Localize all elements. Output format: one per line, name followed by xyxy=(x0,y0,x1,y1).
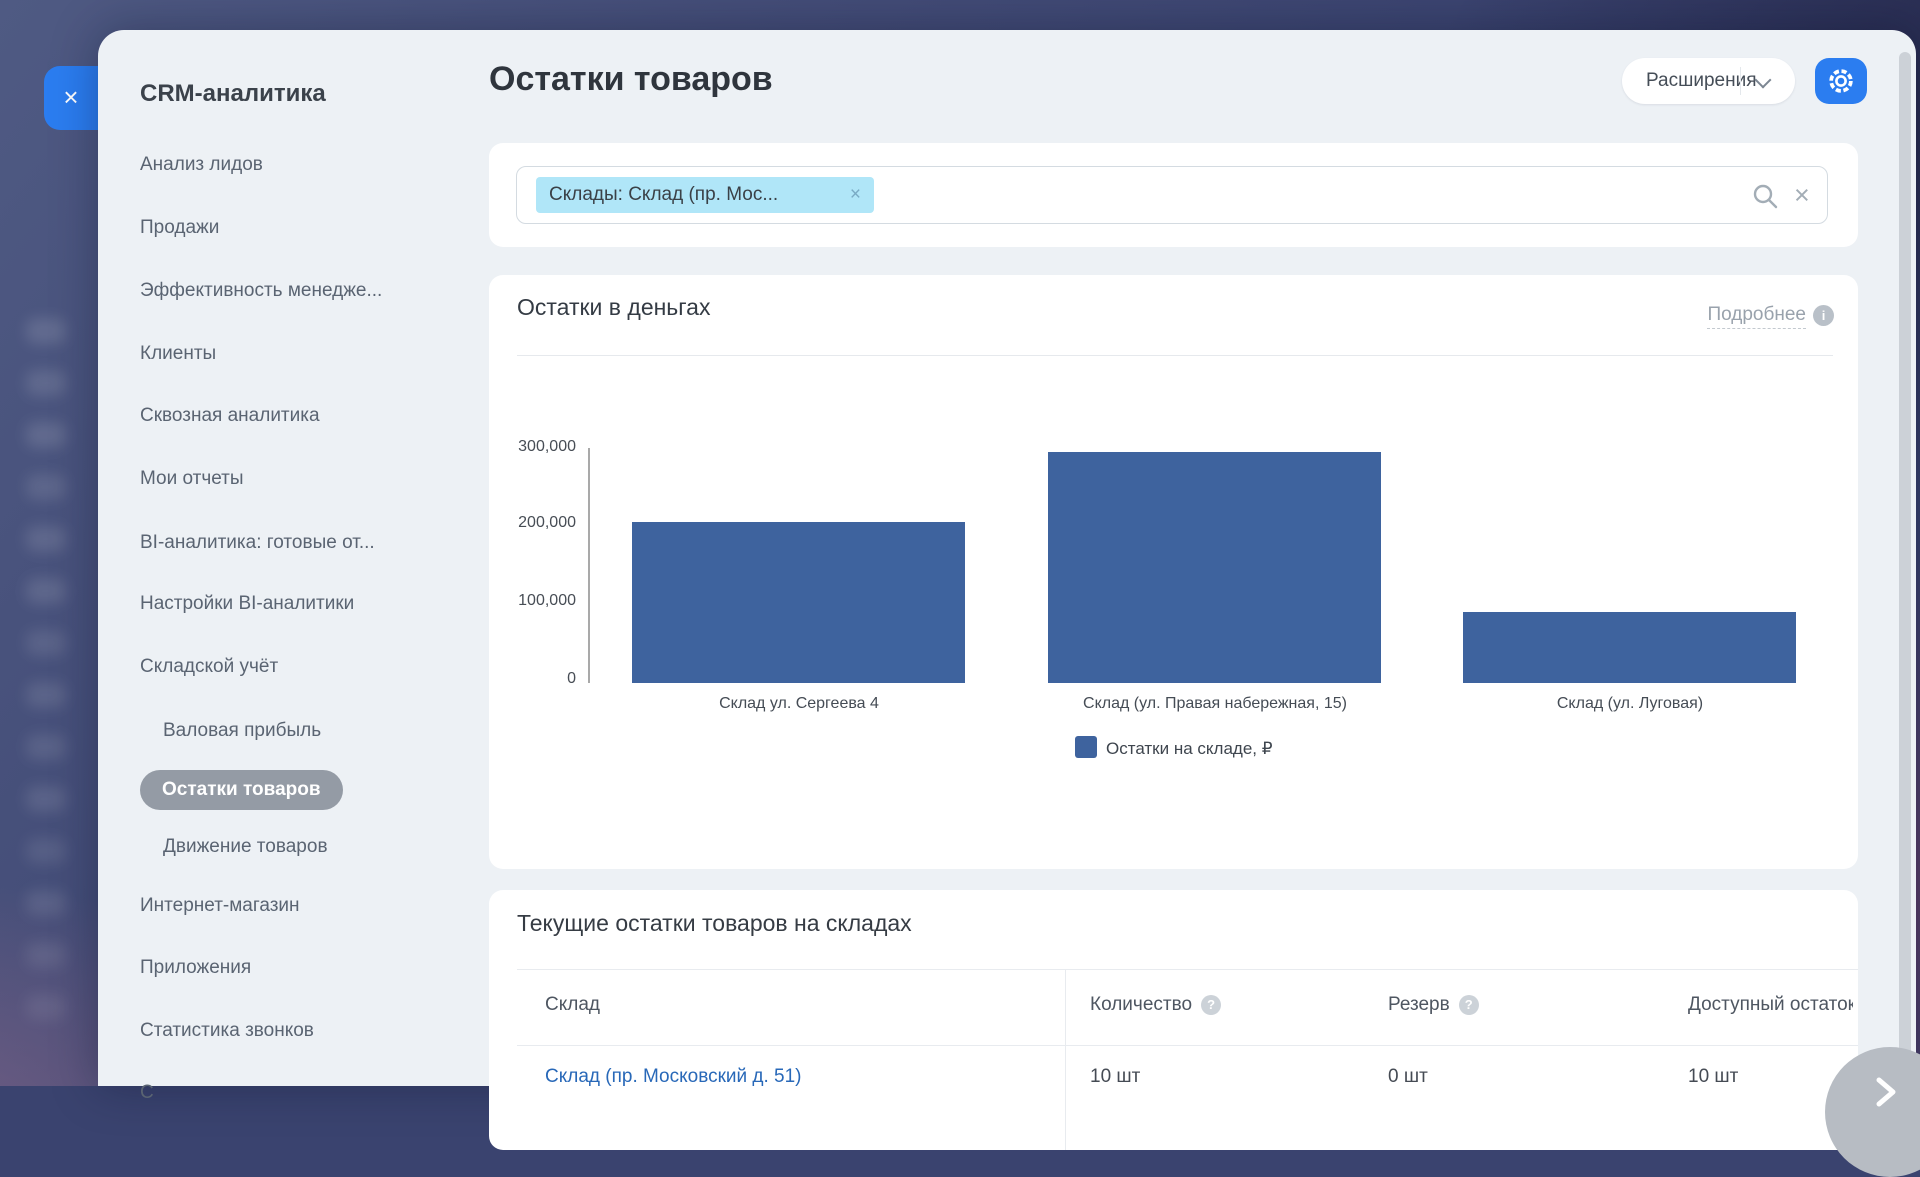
card-divider xyxy=(517,355,1833,356)
y-tick-200000: 200,000 xyxy=(489,514,576,532)
chart-card-title: Остатки в деньгах xyxy=(517,294,710,321)
bar-warehouse-lugovaya xyxy=(1463,612,1796,683)
gear-icon xyxy=(1826,66,1856,96)
x-label-sergeeva: Склад ул. Сергеева 4 xyxy=(589,695,1009,713)
filter-tag-warehouses[interactable]: Склады: Склад (пр. Мос... × xyxy=(536,177,874,213)
sidebar-item-apps[interactable]: Приложения xyxy=(140,957,251,983)
info-icon[interactable]: i xyxy=(1813,305,1834,326)
page-title: Остатки товаров xyxy=(489,60,773,99)
background-menu-icons-blur xyxy=(26,318,66,344)
y-tick-300000: 300,000 xyxy=(489,438,576,456)
sidebar-item-online-store[interactable]: Интернет-магазин xyxy=(140,895,300,921)
settings-button[interactable] xyxy=(1815,58,1867,104)
sidebar-item-lead-analysis[interactable]: Анализ лидов xyxy=(140,154,263,180)
sidebar-item-warehouse-accounting[interactable]: Складской учёт xyxy=(140,656,278,682)
button-divider xyxy=(1740,67,1741,95)
legend-swatch xyxy=(1075,736,1097,758)
search-icon[interactable] xyxy=(1751,182,1779,215)
x-label-lugovaya: Склад (ул. Луговая) xyxy=(1420,695,1840,713)
close-icon: × xyxy=(63,82,78,112)
current-stock-table-card: Текущие остатки товаров на складах Склад… xyxy=(489,890,1858,1150)
column-header-warehouse: Склад xyxy=(545,994,600,1016)
sidebar-item-bi-analytics-settings[interactable]: Настройки BI-аналитики xyxy=(140,593,354,619)
sidebar-item-my-reports[interactable]: Мои отчеты xyxy=(140,468,244,494)
column-header-available: Доступный остаток xyxy=(1688,994,1853,1016)
bar-warehouse-sergeeva xyxy=(632,522,965,683)
extensions-button-label: Расширения xyxy=(1622,70,1757,92)
help-icon[interactable]: ? xyxy=(1459,995,1479,1015)
table-row-warehouse-link[interactable]: Склад (пр. Московский д. 51) xyxy=(545,1066,802,1088)
sidebar-item-end-to-end-analytics[interactable]: Сквозная аналитика xyxy=(140,405,320,431)
table-row-available: 10 шт xyxy=(1688,1066,1738,1088)
y-axis-line xyxy=(588,448,590,683)
vertical-scrollbar[interactable] xyxy=(1899,52,1911,1086)
y-tick-0: 0 xyxy=(489,670,576,688)
x-label-pravaya-naberezhnaya: Склад (ул. Правая набережная, 15) xyxy=(1005,695,1425,713)
bar-warehouse-pravaya-naberezhnaya xyxy=(1048,452,1381,683)
table-row-quantity: 10 шт xyxy=(1090,1066,1140,1088)
sidebar-item-gross-profit[interactable]: Валовая прибыль xyxy=(163,720,321,746)
filter-tag-remove-icon[interactable]: × xyxy=(850,184,861,206)
y-tick-100000: 100,000 xyxy=(489,592,576,610)
column-header-quantity: Количество ? xyxy=(1090,994,1221,1016)
filter-tag-label: Склады: Склад (пр. Мос... xyxy=(549,184,778,206)
extensions-button[interactable]: Расширения xyxy=(1622,58,1795,104)
details-link[interactable]: Подробнее xyxy=(1707,304,1806,329)
sidebar-item-goods-movement[interactable]: Движение товаров xyxy=(163,836,328,862)
chevron-down-icon xyxy=(1755,72,1772,89)
help-icon[interactable]: ? xyxy=(1201,995,1221,1015)
legend-label: Остатки на складе, ₽ xyxy=(1106,739,1273,759)
sidebar-item-stock-balance-active[interactable]: Остатки товаров xyxy=(140,770,343,810)
money-balance-card: Остатки в деньгах Подробнее i 300,000 20… xyxy=(489,275,1858,869)
table-header-border xyxy=(517,1045,1858,1046)
sidebar-item-sales[interactable]: Продажи xyxy=(140,217,219,243)
sidebar-title: CRM-аналитика xyxy=(140,80,326,108)
column-header-reserve: Резерв ? xyxy=(1388,994,1479,1016)
table-row-reserve: 0 шт xyxy=(1388,1066,1428,1088)
sidebar-item-clients[interactable]: Клиенты xyxy=(140,343,216,369)
close-slider-button[interactable]: × xyxy=(44,66,98,130)
filter-search-input[interactable]: Склады: Склад (пр. Мос... × × xyxy=(516,166,1828,224)
table-column-divider xyxy=(1065,969,1066,1150)
sidebar-item-call-statistics[interactable]: Статистика звонков xyxy=(140,1020,314,1046)
chevron-right-icon xyxy=(1873,1075,1899,1109)
filter-card: Склады: Склад (пр. Мос... × × xyxy=(489,143,1858,247)
sidebar-item-manager-efficiency[interactable]: Эффективность менедже... xyxy=(140,280,382,306)
sidebar-item-bi-analytics-reports[interactable]: BI-аналитика: готовые от... xyxy=(140,532,375,558)
table-title: Текущие остатки товаров на складах xyxy=(517,910,912,937)
clear-search-icon[interactable]: × xyxy=(1794,180,1810,211)
table-border-top xyxy=(517,969,1858,970)
